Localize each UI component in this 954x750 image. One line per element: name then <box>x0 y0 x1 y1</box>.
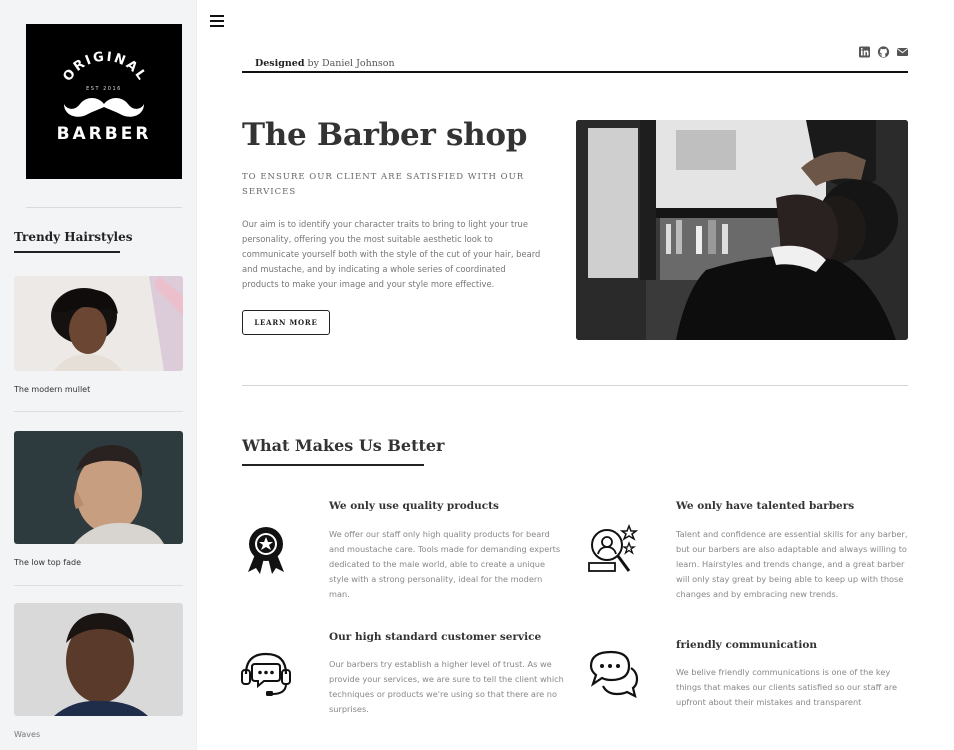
hamburger-menu-icon[interactable] <box>210 15 224 27</box>
logo-bottom-text: BARBER <box>56 124 152 144</box>
sidebar-title-underline <box>14 251 120 253</box>
section-title-underline <box>242 464 424 466</box>
mustache-icon <box>64 98 144 117</box>
logo-top-text: ORIGINAL <box>60 49 147 84</box>
feature-body-communication: We belive friendly communications is one… <box>676 667 898 707</box>
talent-star-icon <box>588 523 639 572</box>
feature-body-quality: We offer our staff only high quality pro… <box>329 529 561 599</box>
github-icon[interactable] <box>877 46 890 58</box>
sidebar: ORIGINAL EST 2016 BARBER Trendy Hairstyl… <box>0 0 197 750</box>
header-rule <box>242 71 908 73</box>
designed-by: Designed by Daniel Johnson <box>255 58 395 69</box>
svg-text:ORIGINAL: ORIGINAL <box>60 49 149 84</box>
award-ribbon-icon <box>248 527 284 574</box>
hairstyle-label-mullet[interactable]: The modern mullet <box>14 385 90 394</box>
designed-label: Designed <box>255 58 305 69</box>
linkedin-icon[interactable] <box>858 46 871 58</box>
sidebar-title: Trendy Hairstyles <box>14 230 133 244</box>
feature-body-talented: Talent and confidence are essential skil… <box>676 529 908 599</box>
learn-more-button[interactable]: LEARN MORE <box>242 310 330 335</box>
hairstyle-image-mullet[interactable] <box>14 276 183 371</box>
headset-chat-icon <box>241 652 291 696</box>
mail-icon[interactable] <box>896 46 909 58</box>
logo-est: EST 2016 <box>86 86 122 92</box>
sidebar-separator <box>14 585 183 586</box>
social-links <box>858 46 909 58</box>
feature-title-service: Our high standard customer service <box>329 631 542 643</box>
hairstyle-label-waves[interactable]: Waves <box>14 730 40 739</box>
chat-bubbles-icon <box>589 650 639 699</box>
feature-title-communication: friendly communication <box>676 639 817 651</box>
barbershop-hero-image <box>576 120 908 340</box>
designer-name: by Daniel Johnson <box>307 58 395 69</box>
feature-title-quality: We only use quality products <box>329 500 499 512</box>
section-title: What Makes Us Better <box>242 436 445 455</box>
barber-logo[interactable]: ORIGINAL EST 2016 BARBER <box>26 24 182 179</box>
hairstyle-image-low-top-fade[interactable] <box>14 431 183 544</box>
hero-title: The Barber shop <box>242 117 528 153</box>
hairstyle-label-low-top-fade[interactable]: The low top fade <box>14 558 81 567</box>
hero-subtitle: To ensure our client are satisfied with … <box>242 172 525 197</box>
section-divider <box>242 385 908 386</box>
hairstyle-image-waves[interactable] <box>14 603 183 716</box>
sidebar-separator <box>14 411 183 412</box>
feature-body-service: Our barbers try establish a higher level… <box>329 659 564 714</box>
sidebar-divider <box>26 207 182 208</box>
feature-title-talented: We only have talented barbers <box>676 500 855 512</box>
hero-description: Our aim is to identify your character tr… <box>242 219 541 289</box>
